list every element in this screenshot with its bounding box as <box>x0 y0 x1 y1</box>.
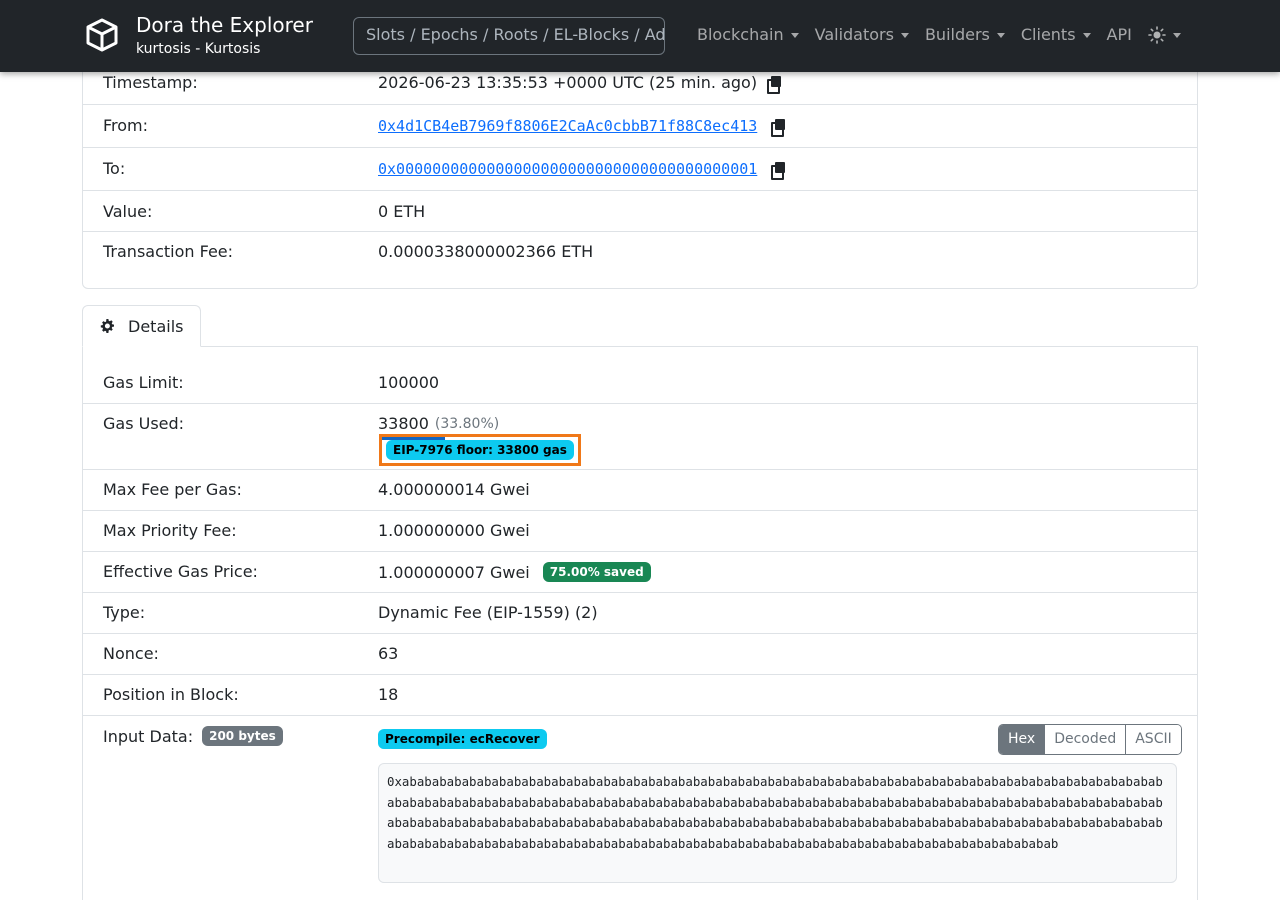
fee-label: Transaction Fee: <box>103 242 234 261</box>
gear-icon <box>100 319 114 333</box>
fee-row: Transaction Fee: 0.0000338000002366 ETH <box>83 232 1197 273</box>
from-label: From: <box>103 116 149 135</box>
gas-used-percent: (33.80%) <box>434 415 500 432</box>
gas-used-value-wrap: 33800 (33.80%) <box>378 414 499 433</box>
nav-clients[interactable]: Clients <box>1021 24 1091 46</box>
type-row: Type: Dynamic Fee (EIP-1559) (2) <box>83 593 1197 634</box>
nav-clients-label: Clients <box>1020 25 1076 44</box>
gas-used-row: Gas Used: 33800 (33.80%) <box>83 404 1197 470</box>
position-label: Position in Block: <box>103 685 239 704</box>
input-size-badge: 200 bytes <box>202 726 283 746</box>
timestamp-label: Timestamp: <box>103 73 198 92</box>
chevron-down-icon <box>900 32 909 38</box>
nonce-row: Nonce: 63 <box>83 634 1197 675</box>
saved-badge: 75.00% saved <box>542 562 651 582</box>
nonce-value: 63 <box>378 644 399 663</box>
max-priority-row: Max Priority Fee: 1.000000000 Gwei <box>83 511 1197 552</box>
nonce-label: Nonce: <box>103 644 159 663</box>
chevron-down-icon <box>996 32 1005 38</box>
brand-title: Dora the Explorer <box>136 13 313 37</box>
ascii-view-button[interactable]: ASCII <box>1125 725 1181 754</box>
from-row: From: 0x4d1CB4eB7969f8806E2CaAc0cbbB71f8… <box>83 105 1197 148</box>
input-data-label-wrap: Input Data: 200 bytes <box>103 726 283 746</box>
max-fee-value: 4.000000014 Gwei <box>378 480 530 499</box>
highlight-box <box>379 434 581 466</box>
input-data-hex: 0xababababababababababababababababababab… <box>378 763 1177 883</box>
from-value-wrap: 0x4d1CB4eB7969f8806E2CaAc0cbbB71f88C8ec4… <box>378 117 786 137</box>
gas-used-value: 33800 <box>378 414 429 433</box>
nav-blockchain-label: Blockchain <box>697 25 784 44</box>
type-value: Dynamic Fee (EIP-1559) (2) <box>378 603 598 622</box>
brand-subtitle: kurtosis - Kurtosis <box>136 41 261 57</box>
theme-toggle[interactable] <box>1148 24 1181 46</box>
effective-price-wrap: 1.000000007 Gwei 75.00% saved <box>378 562 651 582</box>
precompile-badge: Precompile: ecRecover <box>378 729 547 749</box>
max-priority-value: 1.000000000 Gwei <box>378 521 530 540</box>
top-navbar: Dora the Explorer kurtosis - Kurtosis Sl… <box>0 0 1280 72</box>
nav-api[interactable]: API <box>1107 24 1132 46</box>
to-label: To: <box>103 159 126 178</box>
nav-builders[interactable]: Builders <box>925 24 1005 46</box>
chevron-down-icon <box>1172 32 1181 38</box>
position-row: Position in Block: 18 <box>83 675 1197 716</box>
max-fee-label: Max Fee per Gas: <box>103 480 242 499</box>
type-label: Type: <box>103 603 146 622</box>
effective-price-row: Effective Gas Price: 1.000000007 Gwei 75… <box>83 552 1197 593</box>
from-address-link[interactable]: 0x4d1CB4eB7969f8806E2CaAc0cbbB71f88C8ec4… <box>378 117 757 135</box>
copy-icon[interactable] <box>771 119 786 137</box>
brand-link[interactable]: Dora the Explorer kurtosis - Kurtosis <box>84 12 313 58</box>
max-fee-row: Max Fee per Gas: 4.000000014 Gwei <box>83 470 1197 511</box>
effective-price-label: Effective Gas Price: <box>103 562 258 581</box>
chevron-down-icon <box>1082 32 1091 38</box>
max-priority-label: Max Priority Fee: <box>103 521 237 540</box>
hex-view-button[interactable]: Hex <box>999 725 1045 754</box>
value-value: 0 ETH <box>378 202 426 221</box>
cube-logo-icon <box>86 18 118 52</box>
nav-blockchain[interactable]: Blockchain <box>697 24 799 46</box>
input-data-label: Input Data: <box>103 726 194 746</box>
input-view-toggle: Hex Decoded ASCII <box>998 724 1182 755</box>
gas-limit-label: Gas Limit: <box>103 373 184 392</box>
to-address-link[interactable]: 0x00000000000000000000000000000000000000… <box>378 160 757 178</box>
value-row: Value: 0 ETH <box>83 191 1197 232</box>
nav-api-label: API <box>1106 25 1132 44</box>
gas-limit-row: Gas Limit: 100000 <box>83 362 1197 404</box>
nav-validators[interactable]: Validators <box>815 24 909 46</box>
timestamp-value-wrap: 2026-06-23 13:35:53 +0000 UTC (25 min. a… <box>378 73 782 94</box>
to-row: To: 0x0000000000000000000000000000000000… <box>83 148 1197 191</box>
gas-used-label: Gas Used: <box>103 414 185 433</box>
effective-price-value: 1.000000007 Gwei <box>378 562 530 582</box>
copy-icon[interactable] <box>771 162 786 180</box>
to-value-wrap: 0x00000000000000000000000000000000000000… <box>378 160 786 180</box>
nav-validators-label: Validators <box>814 25 894 44</box>
tab-details-label: Details <box>128 316 184 336</box>
gas-limit-value: 100000 <box>378 373 440 392</box>
sun-icon <box>1148 26 1166 44</box>
decoded-view-button[interactable]: Decoded <box>1044 725 1126 754</box>
fee-value: 0.0000338000002366 ETH <box>378 242 594 261</box>
position-value: 18 <box>378 685 399 704</box>
value-label: Value: <box>103 202 153 221</box>
copy-icon[interactable] <box>767 75 782 94</box>
nav-builders-label: Builders <box>924 25 990 44</box>
tab-details[interactable]: Details <box>82 305 201 347</box>
main-nav: Blockchain Validators Builders Clients A… <box>697 24 1197 46</box>
timestamp-value: 2026-06-23 13:35:53 +0000 UTC (25 min. a… <box>378 73 758 92</box>
search-input[interactable]: Slots / Epochs / Roots / EL-Blocks / Add… <box>353 17 665 55</box>
chevron-down-icon <box>790 32 799 38</box>
